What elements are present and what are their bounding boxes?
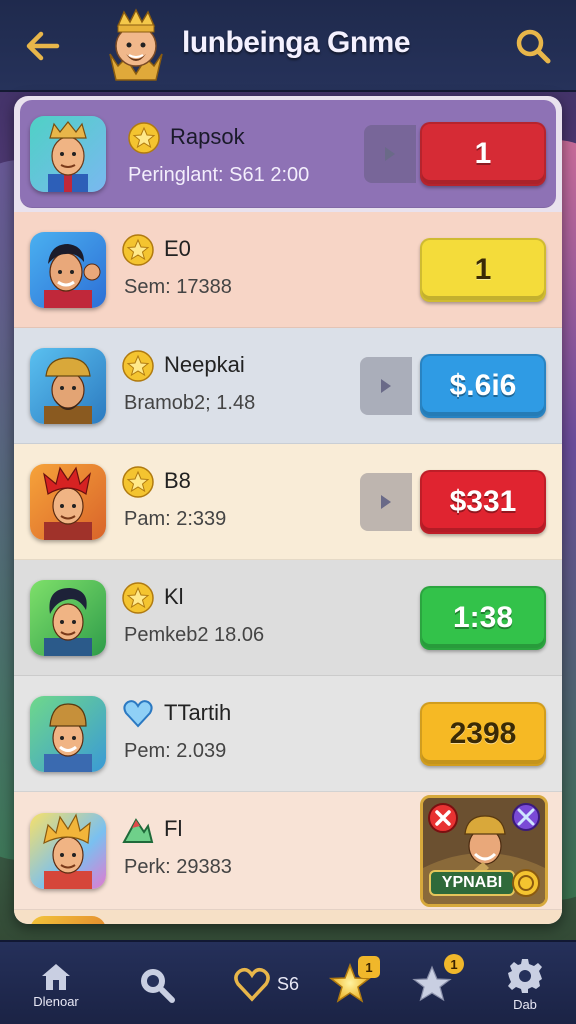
leaderboard-list: Rapsok Peringlant: S61 2:00 1 E0 Sem: 17… — [14, 96, 562, 924]
nav-home-label: Dlenoar — [33, 993, 79, 1009]
nav-search[interactable] — [124, 942, 188, 1024]
swords-icon — [512, 802, 540, 831]
player-name: Kl — [164, 584, 184, 609]
action-button[interactable]: 2398 — [420, 701, 546, 766]
king-avatar-logo — [104, 8, 168, 82]
star-badge-icon — [122, 234, 154, 266]
avatar — [30, 115, 106, 192]
nav-stars[interactable]: 1 — [318, 942, 382, 1024]
search-icon — [516, 29, 551, 64]
arrow-left-icon — [26, 31, 60, 61]
player-name: TTartih — [164, 700, 232, 725]
nav-home[interactable]: Dlenoar — [18, 942, 94, 1024]
play-icon — [381, 494, 391, 509]
player-name: Fl — [164, 816, 183, 841]
player-stat: Perk: 29383 — [124, 856, 232, 878]
avatar — [30, 695, 106, 772]
page-title: lunbeinga Gnme — [182, 26, 411, 59]
play-tab[interactable] — [364, 124, 416, 183]
play-tab[interactable] — [360, 356, 412, 415]
avatar — [30, 463, 106, 540]
player-stat: Bramob2; 1.48 — [124, 392, 256, 414]
player-name: E0 — [164, 236, 191, 261]
player-stat: Peringlant: S61 2:00 — [128, 164, 310, 186]
close-icon[interactable] — [427, 802, 459, 834]
play-icon — [381, 378, 391, 393]
avatar — [30, 916, 106, 924]
search-button[interactable] — [508, 22, 558, 70]
nav-settings-label: Dab — [513, 996, 537, 1012]
player-stat: Pam: 2:339 — [124, 508, 227, 530]
favorites-badge: 1 — [444, 954, 464, 974]
list-item[interactable]: TTartih Pem: 2.039 2398 — [14, 676, 562, 792]
hearts-count: S6 — [276, 973, 300, 994]
player-stat: Pemkeb2 18.06 — [124, 624, 265, 646]
player-name: B8 — [164, 468, 191, 493]
action-button[interactable]: 1:38 — [420, 585, 546, 650]
hero-card-button[interactable]: YPNABI — [420, 794, 548, 907]
action-button[interactable]: 1 — [420, 237, 546, 302]
star-badge-icon — [122, 582, 154, 614]
search-icon — [141, 969, 175, 1003]
list-item[interactable]: B8 Pam: 2:339 $331 — [14, 444, 562, 560]
play-tab[interactable] — [360, 472, 412, 531]
stars-badge: 1 — [358, 956, 380, 978]
list-item[interactable]: Neepkai Bramob2; 1.48 $.6i6 — [14, 328, 562, 444]
player-name: Rapsok — [170, 124, 245, 149]
list-item[interactable]: E0 Sem: 17388 1 — [14, 212, 562, 328]
player-stat: Pem: 2.039 — [124, 740, 227, 762]
nav-favorites[interactable]: S6 — [224, 942, 308, 1024]
star-badge-icon — [128, 122, 160, 154]
avatar — [30, 812, 106, 889]
bottom-nav: Dlenoar S6 1 1 Dab — [0, 940, 576, 1024]
list-item[interactable]: Rapsok Peringlant: S61 2:00 1 — [20, 100, 556, 208]
back-button[interactable] — [18, 22, 68, 70]
player-name: Neepkai — [164, 352, 245, 377]
list-item[interactable]: Fl Perk: 29383 YPNABI — [14, 792, 562, 910]
home-icon — [42, 963, 70, 990]
top-header: lunbeinga Gnme — [0, 0, 576, 92]
mountain-badge-icon — [122, 818, 154, 843]
list-item[interactable]: Kl Pemkeb2 18.06 1:38 — [14, 560, 562, 676]
heart-badge-icon — [123, 700, 153, 728]
gear-icon — [508, 958, 542, 993]
star-badge-icon — [122, 466, 154, 498]
avatar — [30, 579, 106, 656]
avatar — [30, 231, 106, 308]
avatar — [30, 347, 106, 424]
coin-icon — [512, 868, 540, 897]
nav-favorites-list[interactable]: 1 — [400, 942, 464, 1024]
heart-icon — [234, 967, 270, 1002]
action-button[interactable]: 1 — [420, 121, 546, 186]
list-item[interactable] — [14, 910, 562, 924]
action-button[interactable]: $331 — [420, 469, 546, 534]
star-badge-icon — [122, 350, 154, 382]
action-button[interactable]: $.6i6 — [420, 353, 546, 418]
play-icon — [385, 146, 395, 161]
hero-card-label: YPNABI — [429, 869, 515, 896]
nav-settings[interactable]: Dab — [488, 942, 562, 1024]
player-stat: Sem: 17388 — [124, 276, 232, 298]
